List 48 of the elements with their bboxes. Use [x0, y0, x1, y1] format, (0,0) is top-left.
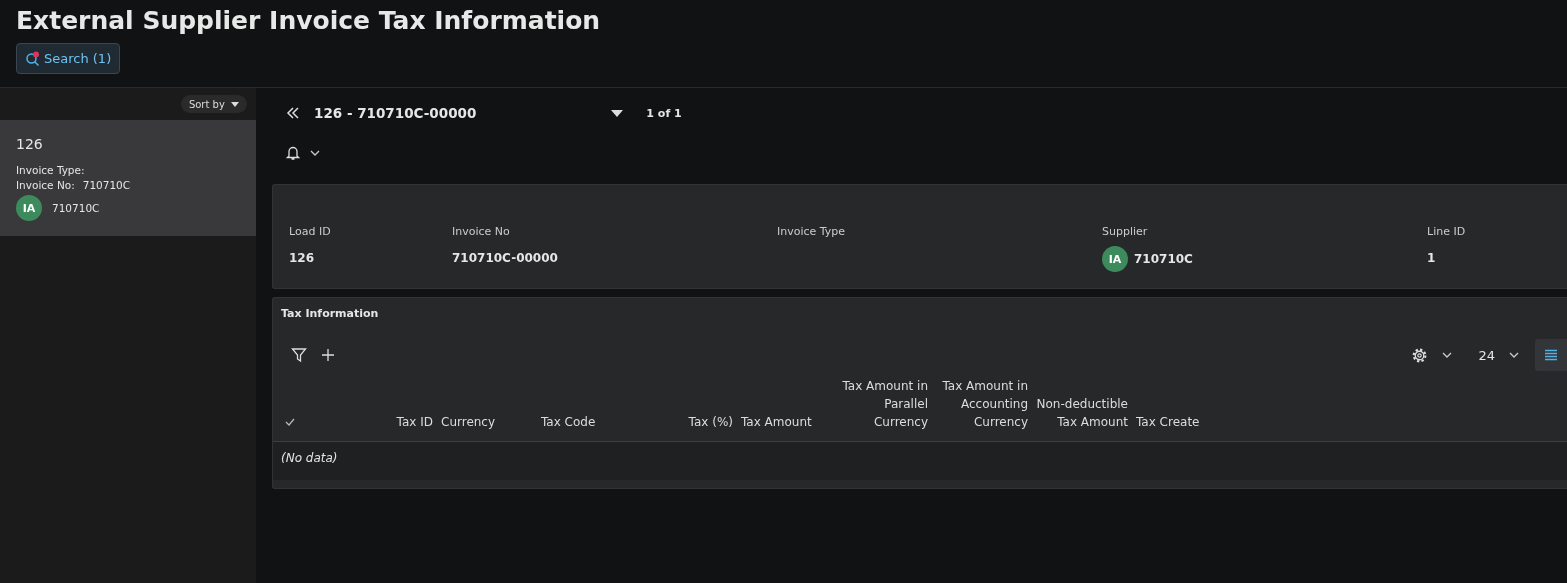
list-view-button[interactable]	[1535, 339, 1567, 371]
chevron-icon[interactable]	[1442, 351, 1453, 359]
field-value: 710710C	[82, 178, 131, 193]
filter-icon[interactable]	[291, 347, 307, 363]
chevron-icon[interactable]	[310, 149, 320, 157]
collapse-icon[interactable]	[286, 106, 300, 120]
avatar: IA	[16, 195, 42, 221]
field-value: 126	[289, 251, 315, 265]
column-header[interactable]: Tax ID	[385, 413, 433, 431]
list-icon	[1545, 349, 1557, 361]
chevron-icon[interactable]	[1509, 351, 1519, 359]
field-label: Line ID	[1427, 225, 1467, 238]
field-label: Invoice No:	[16, 178, 75, 193]
column-header[interactable]: Tax (%)	[686, 413, 733, 431]
column-header[interactable]: Tax Code	[541, 413, 678, 431]
settings-icon[interactable]	[1411, 346, 1429, 364]
record-title: 126	[16, 136, 44, 152]
field-label: Invoice Type:	[16, 163, 85, 178]
add-icon[interactable]	[321, 348, 335, 362]
caret-icon	[231, 102, 239, 107]
record-title: 126 - 710710C-00000	[314, 105, 477, 121]
empty-message: (No data)	[281, 451, 338, 465]
check-icon[interactable]	[285, 418, 295, 426]
dropdown-icon[interactable]	[610, 108, 625, 118]
column-header[interactable]: Tax Create	[1136, 413, 1228, 431]
field-label: Load ID	[289, 225, 332, 238]
column-header[interactable]: Tax Amount	[741, 413, 828, 431]
page-size[interactable]: 24	[1478, 347, 1495, 363]
sort-by-button[interactable]: Sort by	[180, 95, 247, 113]
field-value: 1	[1427, 251, 1436, 265]
page-title: External Supplier Invoice Tax Information	[16, 6, 602, 35]
section-title: Tax Information	[280, 306, 380, 322]
field-value: 710710C	[1134, 252, 1193, 266]
search-icon	[25, 50, 41, 67]
record-counter: 1 of 1	[646, 106, 682, 120]
field-label: Invoice Type	[777, 225, 847, 238]
bell-icon[interactable]	[286, 145, 300, 161]
column-header[interactable]: Non-deductible Tax Amount	[1036, 395, 1128, 431]
column-header[interactable]: Tax Amount in Parallel Currency	[836, 377, 928, 431]
field-value: 710710C-00000	[452, 251, 558, 265]
column-header[interactable]: Currency	[441, 413, 533, 431]
field-label: Supplier	[1102, 225, 1149, 238]
search-button[interactable]: Search (1)	[16, 43, 121, 74]
record-card[interactable]: 126 Invoice Type: Invoice No: 710710C IA 710710C	[0, 120, 256, 236]
avatar: IA	[1102, 246, 1128, 272]
column-header[interactable]: Tax Amount in Accounting Currency	[936, 377, 1028, 431]
field-label: Invoice No	[452, 225, 511, 238]
owner-name: 710710C	[52, 202, 100, 214]
